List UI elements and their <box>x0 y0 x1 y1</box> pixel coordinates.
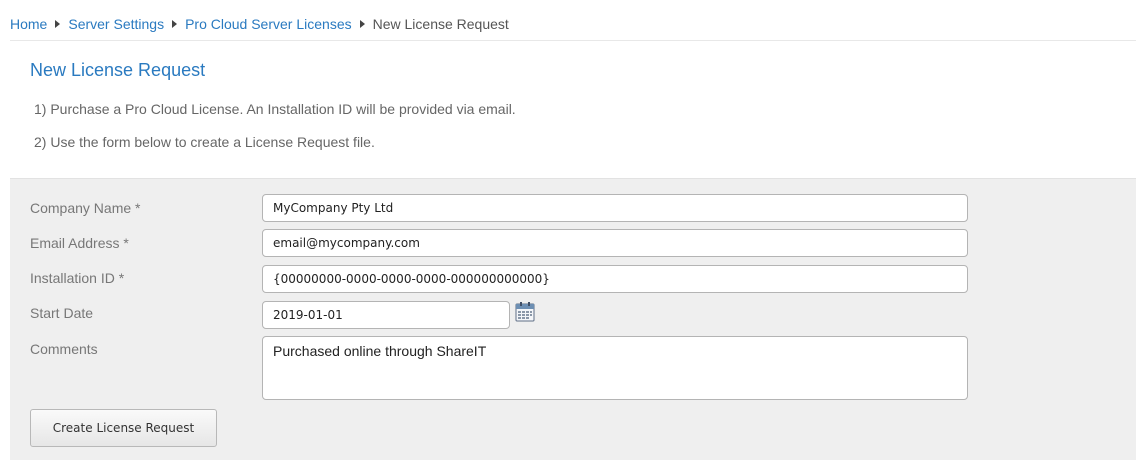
start-date-field[interactable] <box>262 301 510 329</box>
breadcrumb-separator-icon <box>359 20 365 28</box>
calendar-icon[interactable] <box>515 302 535 322</box>
create-license-request-button[interactable]: Create License Request <box>30 409 217 447</box>
comments-field[interactable]: Purchased online through ShareIT <box>262 336 968 400</box>
email-address-label: Email Address * <box>30 235 129 251</box>
breadcrumb-home-link[interactable]: Home <box>10 16 47 32</box>
start-date-label: Start Date <box>30 305 94 321</box>
company-name-field[interactable] <box>262 194 968 222</box>
breadcrumb: Home Server Settings Pro Cloud Server Lice… <box>10 9 1136 41</box>
instruction-step-2: 2) Use the form below to create a Licens… <box>34 134 375 150</box>
installation-id-field[interactable] <box>262 265 968 293</box>
installation-id-label: Installation ID * <box>30 270 125 286</box>
email-address-field[interactable] <box>262 229 968 257</box>
company-name-label: Company Name * <box>30 200 141 216</box>
license-request-form: Company Name * Email Address * Installat… <box>10 178 1136 460</box>
breadcrumb-current-page: New License Request <box>372 16 509 32</box>
breadcrumb-separator-icon <box>55 20 61 28</box>
breadcrumb-separator-icon <box>172 20 178 28</box>
breadcrumb-server-settings-link[interactable]: Server Settings <box>68 16 164 32</box>
instruction-step-1: 1) Purchase a Pro Cloud License. An Inst… <box>34 101 516 117</box>
page-title: New License Request <box>30 60 206 80</box>
comments-label: Comments <box>30 341 98 357</box>
breadcrumb-pro-cloud-licenses-link[interactable]: Pro Cloud Server Licenses <box>185 16 352 32</box>
